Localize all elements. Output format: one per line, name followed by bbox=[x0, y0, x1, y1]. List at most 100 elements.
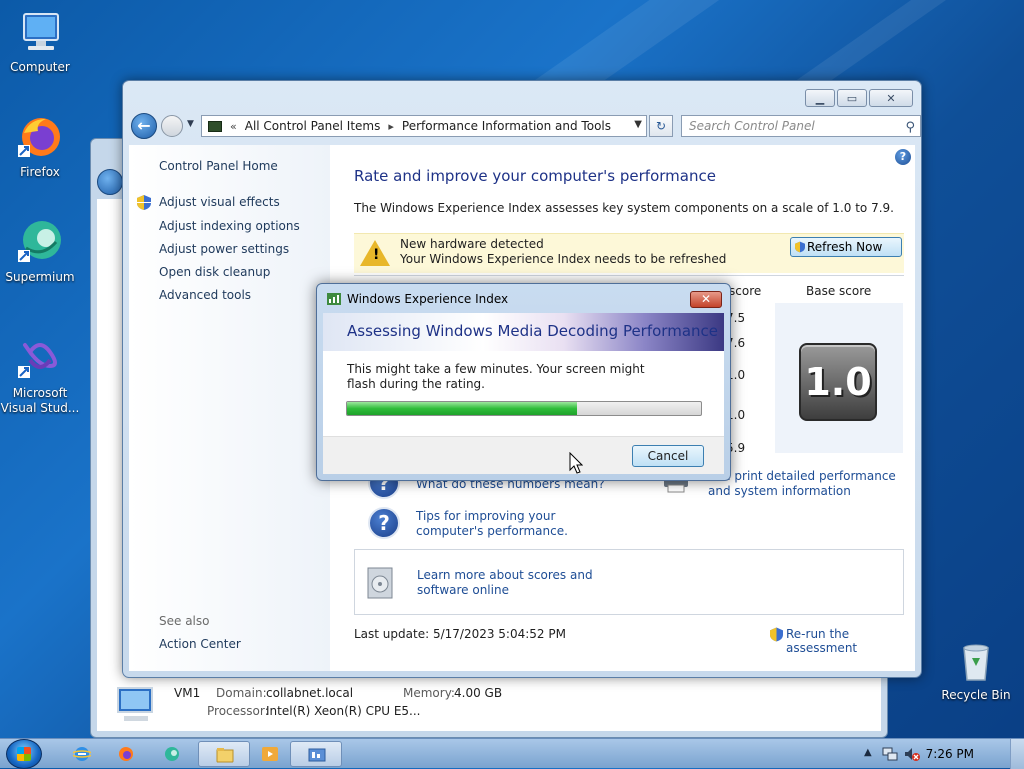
uac-shield-icon bbox=[795, 241, 805, 253]
taskbar-firefox[interactable] bbox=[100, 741, 152, 767]
address-bar[interactable]: « All Control Panel Items ▸ Performance … bbox=[201, 115, 647, 137]
dialog-header-banner: Assessing Windows Media Decoding Perform… bbox=[323, 313, 724, 351]
adjust-visual-effects-link[interactable]: Adjust visual effects bbox=[159, 195, 280, 209]
taskbar: ▲ 7:26 PM bbox=[0, 738, 1024, 769]
maximize-icon: ▭ bbox=[846, 91, 858, 105]
experience-index-dialog[interactable]: Windows Experience Index ✕ Assessing Win… bbox=[316, 283, 731, 481]
control-panel-icon bbox=[208, 120, 222, 132]
see-also-label: See also bbox=[159, 614, 210, 628]
notification-area: ▲ 7:26 PM bbox=[854, 739, 1024, 769]
recent-pages-dropdown[interactable]: ▼ bbox=[187, 119, 194, 129]
back-button[interactable]: ← bbox=[131, 113, 157, 139]
print-details-link[interactable]: and print detailed performance and syste… bbox=[708, 469, 908, 499]
computer-name: VM1 bbox=[174, 686, 201, 700]
firefox-icon bbox=[119, 747, 133, 761]
volume-muted-icon[interactable] bbox=[904, 746, 920, 762]
rerun-assessment-link[interactable]: Re-run the assessment bbox=[770, 627, 915, 655]
dialog-message: This might take a few minutes. Your scre… bbox=[347, 362, 645, 391]
breadcrumb-separator-icon[interactable]: ▸ bbox=[388, 120, 394, 133]
uac-shield-icon bbox=[137, 195, 151, 210]
control-panel-home-link[interactable]: Control Panel Home bbox=[159, 159, 278, 173]
computer-icon bbox=[16, 8, 64, 56]
base-score-badge: 1.0 bbox=[799, 343, 877, 421]
desktop-icon-computer[interactable]: Computer bbox=[0, 8, 80, 75]
memory-value: 4.00 GB bbox=[454, 686, 503, 700]
page-title: Rate and improve your computer's perform… bbox=[354, 167, 716, 185]
refresh-icon: ↻ bbox=[655, 119, 667, 133]
rerun-assessment-label: Re-run the assessment bbox=[786, 627, 858, 655]
control-panel-icon bbox=[308, 748, 326, 762]
desktop-icon-visual-studio[interactable]: Microsoft Visual Stud... bbox=[0, 334, 80, 416]
close-button[interactable]: ✕ bbox=[869, 89, 913, 107]
subscore-header: score bbox=[729, 284, 762, 298]
breadcrumb-performance[interactable]: Performance Information and Tools bbox=[402, 119, 611, 133]
dialog-body: Assessing Windows Media Decoding Perform… bbox=[323, 313, 724, 474]
taskbar-control-panel[interactable] bbox=[290, 741, 342, 767]
search-placeholder: Search Control Panel bbox=[689, 119, 815, 133]
caption-buttons: ▁ ▭ ✕ bbox=[805, 89, 913, 107]
minimize-icon: ▁ bbox=[815, 91, 825, 105]
breadcrumb-overflow[interactable]: « bbox=[230, 120, 237, 133]
dialog-title: Windows Experience Index bbox=[347, 292, 509, 306]
minimize-button[interactable]: ▁ bbox=[805, 89, 835, 107]
progress-bar-fill bbox=[347, 402, 578, 415]
navigation-bar: ← ▼ « All Control Panel Items ▸ Performa… bbox=[131, 113, 921, 139]
action-center-link[interactable]: Action Center bbox=[159, 637, 241, 651]
memory-label: Memory: bbox=[403, 686, 455, 700]
refresh-button[interactable]: ↻ bbox=[649, 115, 673, 137]
show-hidden-icons-icon[interactable]: ▲ bbox=[864, 747, 872, 758]
network-icon[interactable] bbox=[882, 746, 898, 762]
dialog-close-button[interactable]: ✕ bbox=[690, 291, 722, 308]
software-box-icon bbox=[367, 567, 393, 599]
refresh-now-label: Refresh Now bbox=[807, 240, 883, 254]
back-arrow-icon: ← bbox=[137, 116, 151, 135]
experience-index-icon bbox=[327, 293, 341, 305]
adjust-indexing-options-link[interactable]: Adjust indexing options bbox=[159, 219, 300, 233]
taskbar-media-player[interactable] bbox=[244, 741, 296, 767]
desktop-icon-supermium[interactable]: Supermium bbox=[0, 218, 80, 285]
taskbar-supermium[interactable] bbox=[146, 741, 198, 767]
search-icon[interactable]: ⚲ bbox=[905, 118, 915, 138]
learn-more-link[interactable]: Learn more about scores and software onl… bbox=[417, 568, 637, 598]
desktop-icon-firefox[interactable]: Firefox bbox=[0, 113, 80, 180]
processor-label: Processor: bbox=[207, 704, 269, 718]
mouse-cursor-icon bbox=[569, 452, 583, 474]
dialog-footer: Cancel bbox=[323, 436, 724, 474]
firefox-icon bbox=[16, 113, 64, 161]
learn-more-box: Learn more about scores and software onl… bbox=[354, 549, 904, 615]
back-arrow-icon[interactable] bbox=[97, 169, 123, 195]
breadcrumb-all-items[interactable]: All Control Panel Items bbox=[245, 119, 381, 133]
domain-label: Domain: bbox=[216, 686, 267, 700]
help-question-icon: ? bbox=[368, 507, 400, 539]
banner-title: New hardware detected bbox=[400, 237, 544, 251]
taskbar-file-explorer[interactable] bbox=[198, 741, 250, 767]
maximize-button[interactable]: ▭ bbox=[837, 89, 867, 107]
page-description: The Windows Experience Index assesses ke… bbox=[354, 201, 894, 215]
adjust-power-settings-link[interactable]: Adjust power settings bbox=[159, 242, 289, 256]
desktop-icon-label: Supermium bbox=[5, 270, 75, 284]
address-dropdown-icon[interactable]: ▼ bbox=[634, 119, 642, 130]
cancel-button[interactable]: Cancel bbox=[632, 445, 704, 467]
desktop-icon-recycle-bin[interactable]: Recycle Bin bbox=[936, 636, 1016, 703]
show-desktop-button[interactable] bbox=[1010, 739, 1024, 769]
recycle-bin-icon bbox=[952, 636, 1000, 684]
refresh-now-button[interactable]: Refresh Now bbox=[790, 237, 902, 257]
new-hardware-banner: ! New hardware detected Your Windows Exp… bbox=[354, 233, 904, 273]
search-input[interactable]: Search Control Panel ⚲ bbox=[681, 115, 921, 137]
details-pane: VM1 Domain: collabnet.local Memory: 4.00… bbox=[90, 680, 888, 738]
computer-icon bbox=[117, 687, 153, 721]
forward-button[interactable] bbox=[161, 115, 183, 137]
tips-link[interactable]: Tips for improving your computer's perfo… bbox=[416, 509, 626, 539]
close-icon: ✕ bbox=[886, 91, 896, 105]
desktop-icon-label: Firefox bbox=[20, 165, 60, 179]
supermium-icon bbox=[16, 218, 64, 266]
taskbar-clock[interactable]: 7:26 PM bbox=[926, 747, 974, 761]
internet-explorer-icon bbox=[73, 747, 91, 761]
advanced-tools-link[interactable]: Advanced tools bbox=[159, 288, 251, 302]
assessment-progress-bar bbox=[346, 401, 702, 416]
open-disk-cleanup-link[interactable]: Open disk cleanup bbox=[159, 265, 270, 279]
banner-subtitle: Your Windows Experience Index needs to b… bbox=[400, 252, 727, 266]
desktop-icon-label: Microsoft Visual Stud... bbox=[0, 386, 80, 415]
base-score-header: Base score bbox=[806, 284, 872, 298]
help-icon[interactable]: ? bbox=[895, 149, 911, 165]
